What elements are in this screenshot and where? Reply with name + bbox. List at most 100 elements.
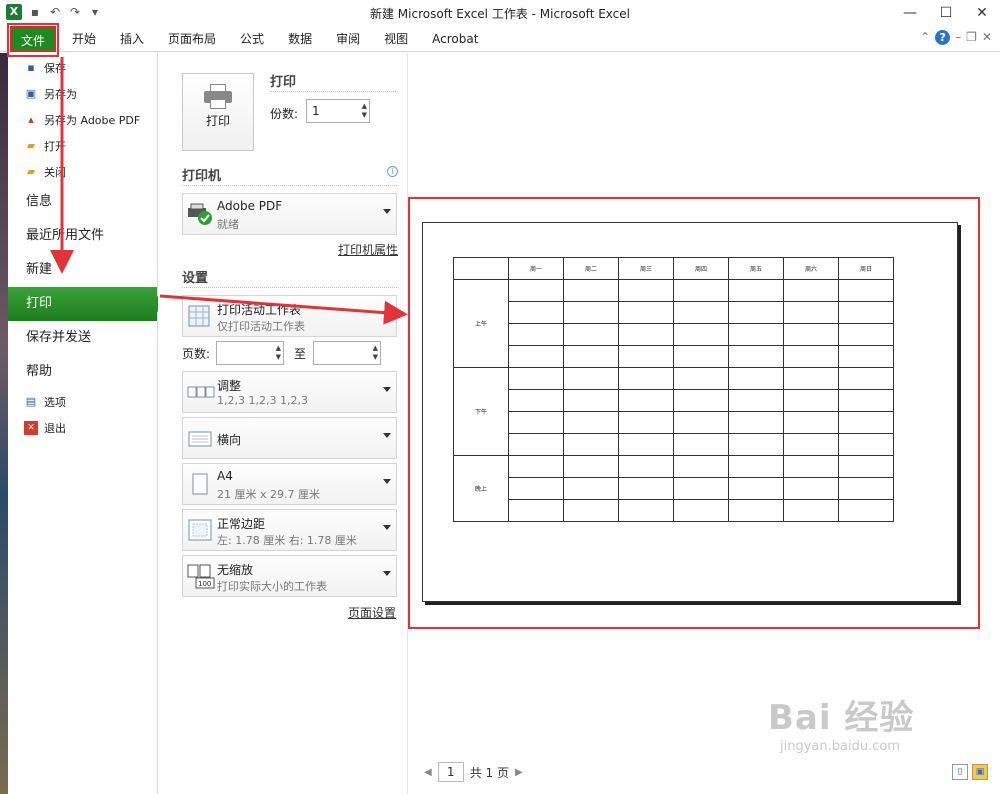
title-bar: X ▪ ↶ ↷ ▾ 新建 Microsoft Excel 工作表 - Micro… [0, 0, 1000, 26]
doc-minimize-icon[interactable]: – [955, 30, 961, 45]
margins-dropdown[interactable]: 正常边距 左: 1.78 厘米 右: 1.78 厘米 [182, 509, 397, 551]
backstage-nav: ▪ 保存 ▣ 另存为 ▴ 另存为 Adobe PDF ▰ 打开 ▰ 关闭 信息 … [8, 53, 165, 794]
stepper-arrows-icon[interactable]: ▲ ▼ [362, 102, 367, 120]
nav-item-new[interactable]: 新建 [8, 253, 157, 287]
show-margins-icon[interactable]: ▯ [952, 764, 968, 780]
info-icon[interactable]: i [387, 166, 398, 177]
nav-item-save-send[interactable]: 保存并发送 [8, 321, 157, 355]
maximize-button[interactable]: ☐ [928, 0, 964, 26]
stepper-arrows-icon[interactable]: ▲ ▼ [276, 344, 281, 362]
landscape-icon [187, 426, 213, 450]
customize-qat-icon[interactable]: ▾ [88, 5, 102, 19]
zoom-to-page-icon[interactable]: ▣ [972, 764, 988, 780]
prev-page-icon[interactable]: ◀ [424, 767, 432, 778]
pdf-icon: ▴ [28, 113, 34, 126]
close-button[interactable]: ✕ [964, 0, 1000, 26]
printer-section-title: 打印机 [182, 169, 222, 184]
tab-review[interactable]: 审阅 [324, 26, 372, 52]
tab-insert[interactable]: 插入 [108, 26, 156, 52]
tab-acrobat[interactable]: Acrobat [420, 26, 490, 52]
tab-view[interactable]: 视图 [372, 26, 420, 52]
margins-icon [187, 518, 213, 542]
paper-icon [187, 472, 213, 496]
next-page-icon[interactable]: ▶ [515, 767, 523, 778]
pages-to-stepper[interactable]: ▲ ▼ [313, 341, 381, 365]
quick-access-toolbar: X ▪ ↶ ↷ ▾ [6, 4, 102, 20]
nav-item-options[interactable]: ▤ 选项 [8, 389, 157, 415]
excel-logo-icon: X [6, 4, 22, 20]
copies-stepper[interactable]: 1 ▲ ▼ [306, 99, 370, 123]
watermark-url: jingyan.baidu.com [780, 739, 900, 754]
window-controls: — ☐ ✕ [892, 0, 1000, 26]
nav-item-close[interactable]: ▰ 关闭 [8, 159, 157, 185]
printer-properties-link[interactable]: 打印机属性 [338, 241, 398, 258]
tab-page-layout[interactable]: 页面布局 [156, 26, 228, 52]
open-folder-icon: ▰ [26, 139, 36, 152]
page-setup-link[interactable]: 页面设置 [348, 604, 396, 621]
doc-restore-icon[interactable]: ❐ [966, 30, 977, 45]
chevron-down-icon [383, 387, 391, 392]
options-icon: ▤ [25, 395, 37, 408]
pages-label: 页数: [182, 347, 211, 361]
divider [182, 287, 397, 288]
nav-item-exit[interactable]: ✕ 退出 [8, 415, 157, 441]
save-as-icon: ▣ [25, 87, 37, 100]
to-label: 至 [294, 347, 307, 361]
printer-icon [204, 84, 232, 109]
divider [270, 91, 396, 92]
nav-item-info[interactable]: 信息 [8, 185, 157, 219]
tab-list: 开始 插入 页面布局 公式 数据 审阅 视图 Acrobat [60, 26, 490, 52]
nav-item-open[interactable]: ▰ 打开 [8, 133, 157, 159]
tab-home[interactable]: 开始 [60, 26, 108, 52]
window-title: 新建 Microsoft Excel 工作表 - Microsoft Excel [369, 7, 630, 21]
orientation-dropdown[interactable]: 横向 [182, 417, 397, 459]
doc-close-icon[interactable]: ✕ [982, 30, 992, 45]
page-number-input[interactable]: 1 [437, 762, 464, 782]
ribbon-right-controls: ⌃ ? – ❐ ✕ [920, 30, 992, 45]
print-settings-panel: 打印 打印 份数: 1 ▲ ▼ 打印机 i Adobe PDF 就绪 打印机属性 … [158, 53, 408, 794]
redo-icon[interactable]: ↷ [68, 5, 82, 19]
page-total: 共 1 页 [469, 765, 509, 780]
collate-dropdown[interactable]: 调整 1,2,3 1,2,3 1,2,3 [182, 371, 397, 413]
ribbon-tabs: 文件 开始 插入 页面布局 公式 数据 审阅 视图 Acrobat ⌃ ? – … [0, 26, 1000, 52]
scaling-100-icon: 100 [187, 564, 215, 589]
nav-item-save-as[interactable]: ▣ 另存为 [8, 81, 157, 107]
stepper-arrows-icon[interactable]: ▲ ▼ [373, 344, 378, 362]
sheet-grid-icon [187, 304, 213, 328]
tab-formulas[interactable]: 公式 [228, 26, 276, 52]
preview-highlight-box [408, 197, 980, 629]
help-icon[interactable]: ? [935, 30, 951, 45]
minimize-button[interactable]: — [892, 0, 928, 26]
print-section-title: 打印 [270, 75, 297, 90]
chevron-down-icon [383, 479, 391, 484]
nav-item-recent[interactable]: 最近所用文件 [8, 219, 157, 253]
paper-size-dropdown[interactable]: A4 21 厘米 x 29.7 厘米 [182, 463, 397, 505]
nav-item-save[interactable]: ▪ 保存 [8, 55, 157, 81]
tab-file[interactable]: 文件 [10, 26, 56, 52]
close-folder-icon: ▰ [26, 165, 36, 178]
desktop-edge-left [0, 53, 8, 794]
save-icon: ▪ [27, 61, 35, 74]
chevron-down-icon [383, 433, 391, 438]
print-button[interactable]: 打印 [182, 73, 254, 151]
nav-item-print[interactable]: 打印 [8, 287, 165, 321]
scaling-dropdown[interactable]: 100 无缩放 打印实际大小的工作表 [182, 555, 397, 597]
pages-from-stepper[interactable]: ▲ ▼ [216, 341, 284, 365]
page-navigator: ◀ 1 共 1 页 ▶ [424, 762, 523, 782]
print-scope-dropdown[interactable]: 打印活动工作表 仅打印活动工作表 [182, 295, 397, 337]
collapse-ribbon-icon[interactable]: ⌃ [920, 30, 930, 45]
chevron-down-icon [383, 209, 391, 214]
printer-dropdown[interactable]: Adobe PDF 就绪 [182, 193, 397, 235]
print-button-label: 打印 [205, 114, 230, 128]
nav-item-help[interactable]: 帮助 [8, 355, 157, 389]
zoom-controls: ▯ ▣ [952, 764, 988, 780]
save-icon[interactable]: ▪ [28, 5, 42, 19]
undo-icon[interactable]: ↶ [48, 5, 62, 19]
settings-section-title: 设置 [182, 271, 209, 286]
svg-text:100: 100 [198, 580, 211, 588]
nav-item-save-as-pdf[interactable]: ▴ 另存为 Adobe PDF [8, 107, 157, 133]
chevron-down-icon [383, 525, 391, 530]
copies-label: 份数: [270, 107, 299, 121]
watermark-brand: Bai 经验 [768, 698, 915, 738]
tab-data[interactable]: 数据 [276, 26, 324, 52]
